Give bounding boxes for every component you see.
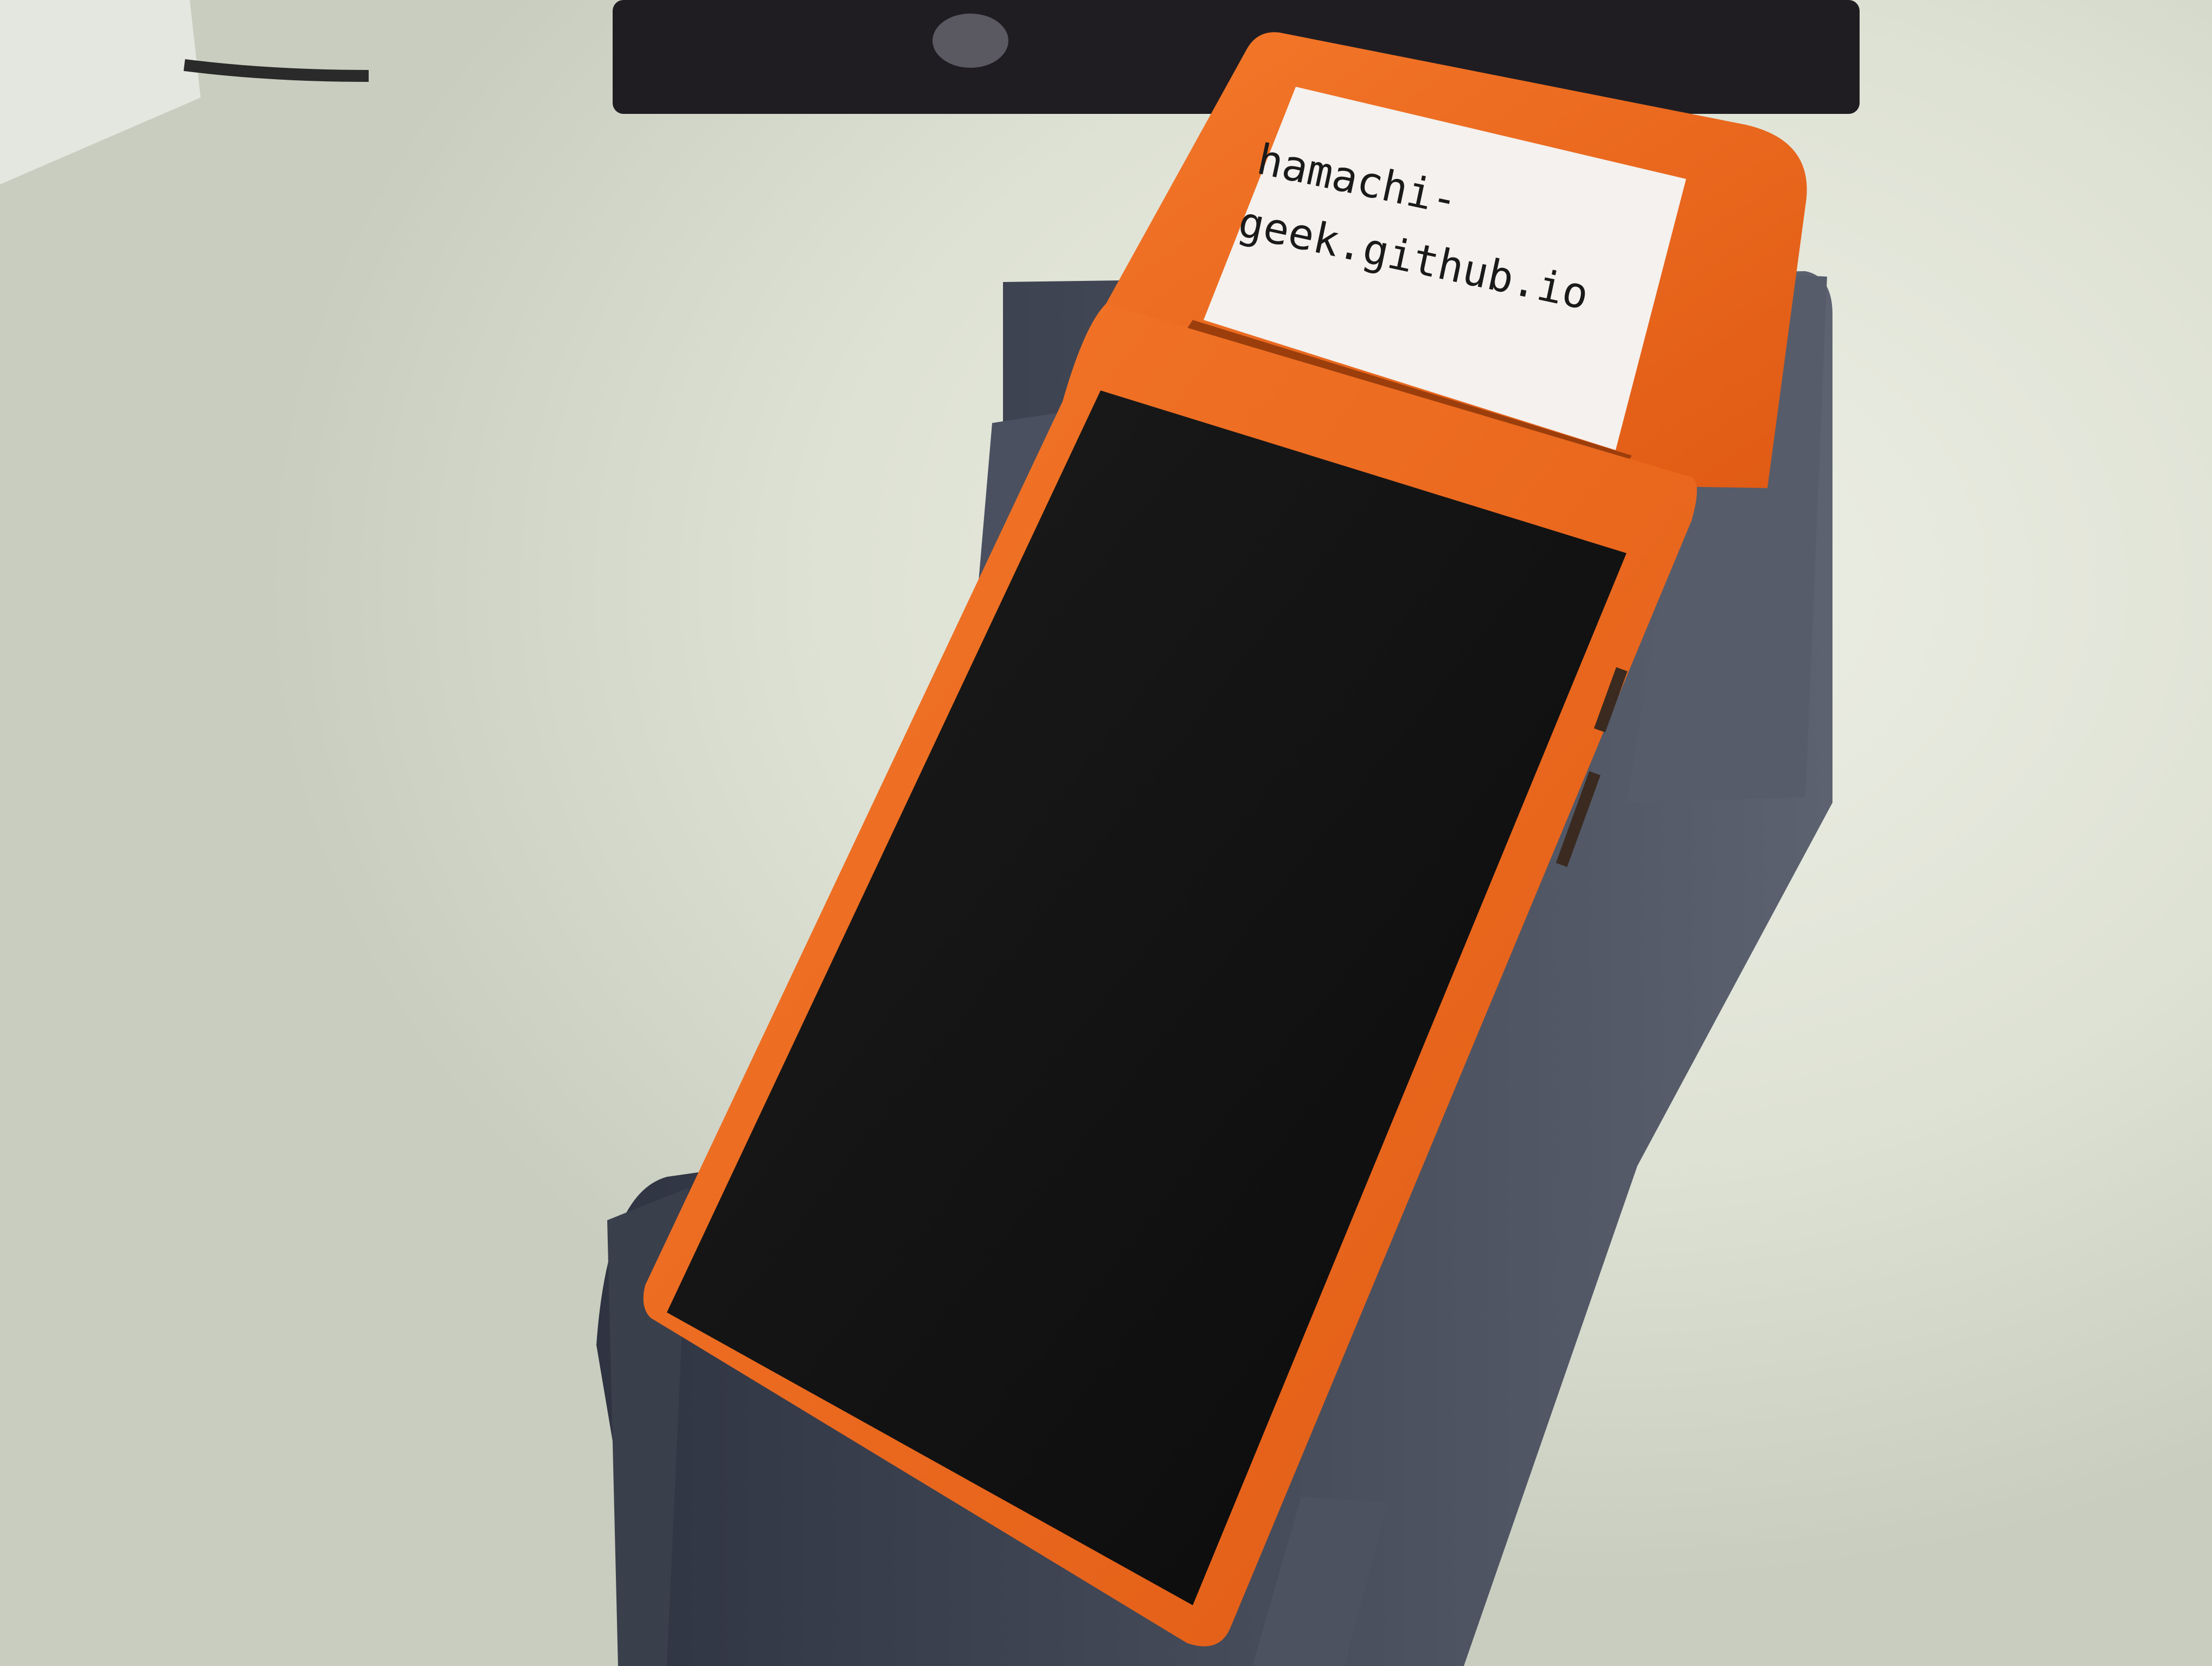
background-knob (933, 14, 1008, 68)
scene-illustration: hamachi- geek.github.io (0, 0, 2212, 1666)
photo-scene: hamachi- geek.github.io (0, 0, 2212, 1666)
